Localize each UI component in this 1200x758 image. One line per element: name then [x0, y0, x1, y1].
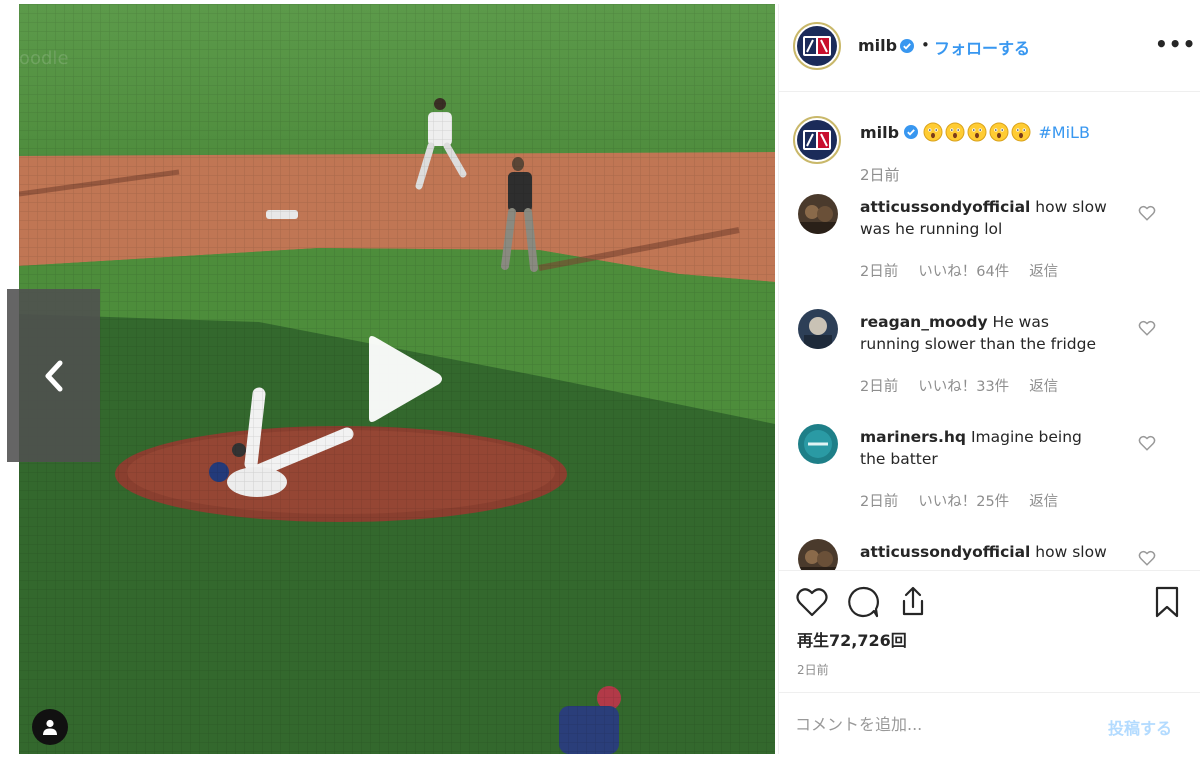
caption-time: 2日前 — [860, 166, 900, 184]
play-button[interactable] — [361, 334, 445, 424]
astonished-face-icon — [967, 122, 987, 142]
comment-item: atticussondyofficial how slow — [779, 539, 1200, 570]
astonished-face-icon — [1011, 122, 1031, 142]
comment-username[interactable]: atticussondyofficial — [860, 198, 1030, 216]
user-tag-icon — [43, 719, 57, 735]
post-actions: 再生72,726回 2日前 — [779, 570, 1200, 690]
more-options-button[interactable]: ••• — [1155, 32, 1196, 56]
previous-post-button[interactable] — [7, 289, 100, 462]
post-comment-button[interactable]: 投稿する — [1108, 715, 1172, 739]
astonished-face-icon — [989, 122, 1009, 142]
reply-button[interactable]: 返信 — [1029, 260, 1058, 281]
heart-icon[interactable] — [1138, 434, 1156, 452]
comment-item: mariners.hq Imagine being the batter 2日前… — [779, 424, 1200, 534]
user-tag-button[interactable] — [32, 709, 68, 745]
follow-button[interactable]: フォローする — [934, 35, 1030, 59]
post-caption: milb #MiLB — [860, 122, 1180, 144]
comment-avatar[interactable] — [798, 194, 838, 234]
bookmark-icon[interactable] — [1150, 585, 1184, 619]
heart-icon[interactable] — [1138, 549, 1156, 567]
chevron-left-icon — [45, 360, 62, 391]
add-comment-bar: 投稿する — [779, 692, 1200, 754]
comment-likes[interactable]: いいね！33件 — [918, 375, 1009, 396]
comment-time: 2日前 — [860, 264, 899, 280]
comment-username[interactable]: mariners.hq — [860, 428, 966, 446]
verified-badge-icon — [904, 125, 919, 139]
instagram-post-page: oodle — [0, 0, 1200, 758]
comments-list[interactable]: milb #MiLB 2日前 atticussondyofficial how … — [779, 92, 1200, 570]
caption-avatar[interactable] — [793, 116, 841, 164]
comment-time: 2日前 — [860, 494, 899, 510]
comment-icon[interactable] — [846, 585, 880, 619]
heart-icon[interactable] — [1138, 204, 1156, 222]
comment-username[interactable]: reagan_moody — [860, 313, 988, 331]
verified-badge-icon — [900, 39, 914, 53]
comment-username[interactable]: atticussondyofficial — [860, 543, 1030, 561]
milb-logo-icon — [803, 36, 831, 56]
posted-time: 2日前 — [797, 663, 829, 677]
comment-item: reagan_moody He was running slower than … — [779, 309, 1200, 419]
follow-separator: • — [921, 36, 930, 54]
share-icon[interactable] — [896, 585, 930, 619]
milb-avatar[interactable] — [793, 22, 841, 70]
video-player[interactable]: oodle — [19, 4, 775, 754]
post-header: milb • フォローする ••• — [779, 4, 1200, 92]
astonished-face-icon — [923, 122, 943, 142]
comment-avatar[interactable] — [798, 539, 838, 570]
heart-icon[interactable] — [795, 585, 829, 619]
comment-text: how slow — [1035, 543, 1107, 561]
caption-emojis — [923, 122, 1038, 142]
comment-item: atticussondyofficial how slow was he run… — [779, 194, 1200, 304]
header-username[interactable]: milb — [858, 36, 897, 55]
caption-hashtag[interactable]: #MiLB — [1038, 123, 1090, 142]
comment-likes[interactable]: いいね！64件 — [918, 260, 1009, 281]
milb-logo-icon — [803, 130, 831, 150]
reply-button[interactable]: 返信 — [1029, 375, 1058, 396]
reply-button[interactable]: 返信 — [1029, 490, 1058, 511]
post-side-panel: milb • フォローする ••• milb #MiLB 2日前 atticus… — [778, 4, 1200, 754]
caption-username[interactable]: milb — [860, 123, 899, 142]
heart-icon[interactable] — [1138, 319, 1156, 337]
astonished-face-icon — [945, 122, 965, 142]
view-count[interactable]: 再生72,726回 — [797, 627, 907, 651]
comment-avatar[interactable] — [798, 309, 838, 349]
comment-avatar[interactable] — [798, 424, 838, 464]
comment-likes[interactable]: いいね！25件 — [918, 490, 1009, 511]
comment-input[interactable] — [795, 711, 1095, 737]
play-icon — [369, 336, 442, 422]
comment-time: 2日前 — [860, 379, 899, 395]
